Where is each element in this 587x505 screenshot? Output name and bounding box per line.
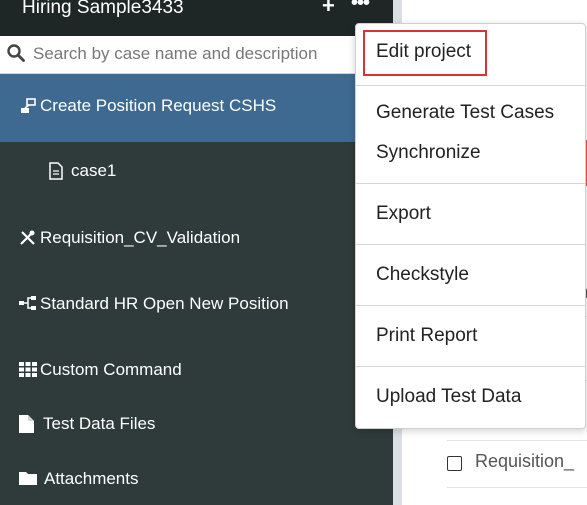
sidebar-item-create-position-request[interactable]: Create Position Request CSHS: [0, 74, 393, 142]
menu-separator: [356, 366, 585, 367]
plus-icon[interactable]: +: [322, 0, 335, 18]
flow-icon: [21, 98, 36, 113]
menu-separator: [356, 244, 585, 245]
file-icon: [19, 415, 34, 433]
menu-separator: [356, 85, 585, 86]
sidebar-item-label: Custom Command: [40, 360, 182, 379]
sidebar-item-requisition-cv-validation[interactable]: Requisition_CV_Validation: [0, 208, 393, 266]
divider: [447, 487, 587, 488]
sidebar-item-custom-command[interactable]: Custom Command: [0, 340, 393, 398]
project-sidebar: Hiring Sample3433 + ••• Create Position …: [0, 0, 393, 505]
menu-item-edit-project[interactable]: Edit project: [376, 41, 471, 63]
sidebar-item-case1[interactable]: case1: [0, 142, 393, 200]
table-row[interactable]: Requisition_: [447, 446, 587, 486]
row-checkbox[interactable]: [447, 456, 462, 471]
menu-item-generate-test-cases[interactable]: Generate Test Cases: [376, 102, 554, 124]
menu-item-export[interactable]: Export: [376, 203, 431, 225]
grid-icon: [19, 362, 37, 377]
sidebar-item-label: Attachments: [44, 469, 139, 488]
sidebar-header: Hiring Sample3433 + •••: [0, 0, 393, 36]
sidebar-item-label: case1: [71, 161, 117, 180]
project-title: Hiring Sample3433: [22, 0, 184, 18]
sidebar-item-label: Create Position Request CSHS: [40, 96, 277, 115]
search-bar: [0, 36, 393, 74]
hierarchy-icon: [19, 296, 36, 310]
menu-separator: [356, 183, 585, 184]
tools-icon: [20, 230, 35, 245]
document-icon: [49, 162, 63, 180]
sidebar-item-standard-hr-open-new-position[interactable]: Standard HR Open New Position: [0, 274, 393, 332]
sidebar-item-attachments[interactable]: Attachments: [0, 452, 393, 504]
menu-item-synchronize[interactable]: Synchronize: [376, 142, 481, 164]
row-label: Requisition_: [475, 451, 575, 471]
menu-item-print-report[interactable]: Print Report: [376, 325, 477, 347]
sidebar-item-label: Test Data Files: [43, 414, 156, 433]
more-dots-icon[interactable]: •••: [351, 0, 370, 15]
divider: [447, 440, 587, 441]
sidebar-item-label: Standard HR Open New Position: [40, 294, 289, 313]
sidebar-item-test-data-files[interactable]: Test Data Files: [0, 398, 393, 450]
project-actions-menu: Edit project Generate Test Cases Synchro…: [355, 23, 586, 429]
sidebar-item-label: Requisition_CV_Validation: [40, 228, 241, 247]
search-icon: [7, 44, 25, 62]
folder-icon: [19, 472, 37, 485]
menu-item-checkstyle[interactable]: Checkstyle: [376, 264, 469, 286]
menu-separator: [356, 305, 585, 306]
search-input[interactable]: [33, 42, 363, 66]
menu-item-upload-test-data[interactable]: Upload Test Data: [376, 386, 521, 408]
